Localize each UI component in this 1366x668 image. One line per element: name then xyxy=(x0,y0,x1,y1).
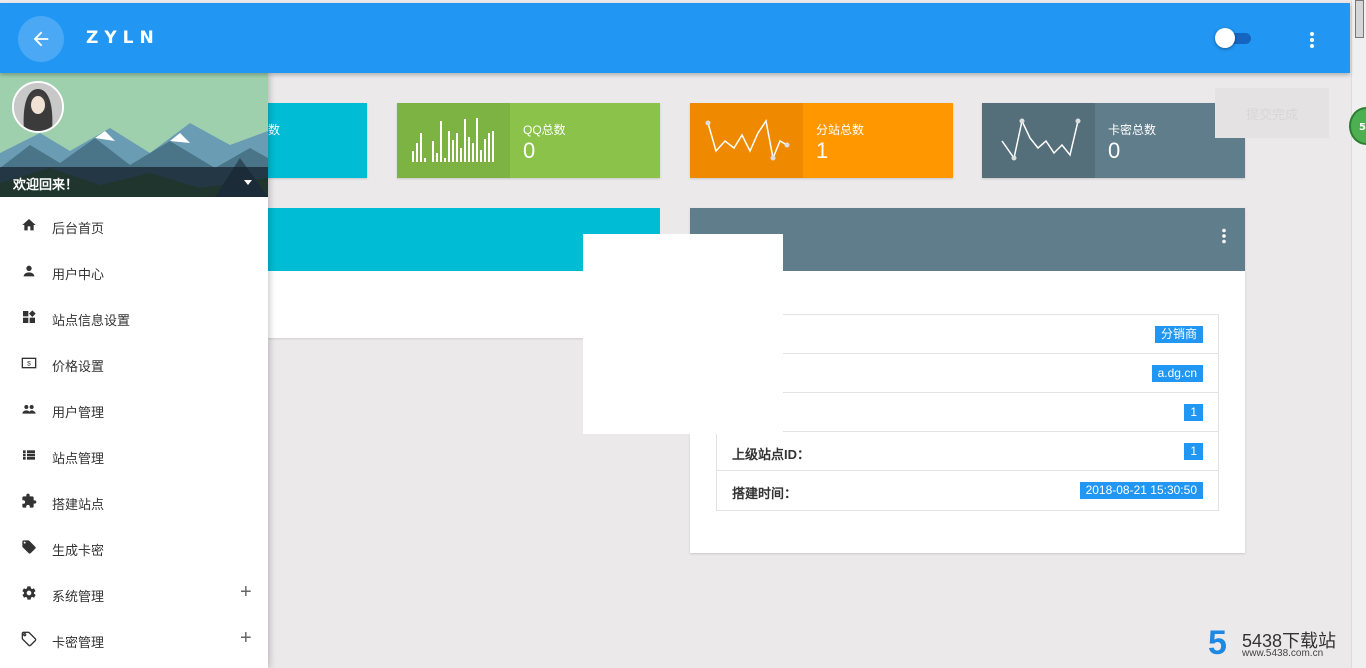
puzzle-icon xyxy=(20,492,38,510)
tag-icon xyxy=(20,538,38,556)
scrollbar-thumb[interactable] xyxy=(1355,0,1364,38)
list-item: 1 xyxy=(717,393,1218,432)
stat-card-substations: 分站总数 1 xyxy=(690,103,953,178)
watermark-logo: 5 5438下载站 www.5438.com.cn xyxy=(1208,626,1350,666)
widgets-icon xyxy=(20,308,38,326)
sidebar-item-label: 卡密管理 xyxy=(52,635,105,650)
sidebar-item-build-site[interactable]: 搭建站点 xyxy=(0,493,268,539)
top-app-bar: ZYLN xyxy=(0,3,1350,73)
stat-card-qq: QQ总数 0 xyxy=(397,103,660,178)
list-item: 搭建时间： 2018-08-21 15:30:50 xyxy=(717,471,1218,510)
info-key: 上级站点ID： xyxy=(732,447,811,462)
sidebar-item-label: 系统管理 xyxy=(52,589,105,604)
stat-value: 1 xyxy=(816,138,829,163)
svg-text:$: $ xyxy=(27,361,31,368)
sidebar-item-home[interactable]: 后台首页 xyxy=(0,217,268,263)
sidebar-item-site-management[interactable]: 站点管理 xyxy=(0,447,268,493)
tags-icon xyxy=(20,630,38,648)
stat-value: 0 xyxy=(523,138,536,163)
sidebar-item-label: 用户管理 xyxy=(52,405,105,420)
watermark-five: 5 xyxy=(1208,624,1227,662)
info-badge: a.dg.cn xyxy=(1151,365,1203,382)
info-badge: 1 xyxy=(1184,443,1203,460)
money-icon: $ xyxy=(20,354,38,372)
avatar[interactable] xyxy=(12,81,64,133)
stat-value: 0 xyxy=(1108,138,1121,163)
sidebar-menu: 后台首页 xyxy=(0,217,268,263)
welcome-text: 欢迎回来！ xyxy=(13,177,79,192)
sidebar-item-label: 价格设置 xyxy=(52,359,105,374)
home-icon xyxy=(20,216,38,234)
info-badge: 2018-08-21 15:30:50 xyxy=(1079,482,1203,499)
plus-icon[interactable]: + xyxy=(240,581,252,604)
site-info-list: 点等级： 分销商 ： a.dg.cn 1 上级站点ID： 1 搭建时间： 201… xyxy=(716,314,1219,511)
sidebar-item-label: 后台首页 xyxy=(52,221,105,236)
welcome-bar[interactable]: 欢迎回来！ xyxy=(0,167,268,197)
list-item: 点等级： 分销商 xyxy=(717,315,1218,354)
person-icon xyxy=(20,262,38,280)
sidebar-item-site-settings[interactable]: 站点信息设置 xyxy=(0,309,268,355)
more-vertical-icon[interactable] xyxy=(1221,228,1227,248)
gear-icon xyxy=(20,584,38,602)
stat-label: 分站总数 xyxy=(816,123,865,137)
arrow-left-icon xyxy=(33,31,49,47)
people-icon xyxy=(20,400,38,418)
sidebar-menu-list: 用户中心 站点信息设置 $ 价格设置 用户管理 站点管理 搭建站点 生成卡密 系 xyxy=(0,263,268,668)
more-vertical-icon[interactable] xyxy=(1300,28,1324,52)
info-key: 搭建时间： xyxy=(732,486,798,501)
list-item: 上级站点ID： 1 xyxy=(717,432,1218,471)
faded-submit-button[interactable]: 提交完成 xyxy=(1215,88,1329,138)
info-badge: 1 xyxy=(1184,404,1203,421)
sidebar-item-card-management[interactable]: 卡密管理 + xyxy=(0,627,268,668)
plus-icon[interactable]: + xyxy=(240,627,252,650)
list-item: ： a.dg.cn xyxy=(717,354,1218,393)
sidebar-item-generate-card[interactable]: 生成卡密 xyxy=(0,539,268,585)
bar-sparkline xyxy=(397,103,510,178)
sidebar-item-label: 搭建站点 xyxy=(52,497,105,512)
scrollbar[interactable] xyxy=(1351,0,1366,668)
sidebar-item-price-settings[interactable]: $ 价格设置 xyxy=(0,355,268,401)
sidebar-item-label: 生成卡密 xyxy=(52,543,105,558)
stat-label: QQ总数 xyxy=(523,123,566,137)
sidebar: 欢迎回来！ 后台首页 用户中心 站点信息设置 $ 价格设置 用户管理 站点管理 xyxy=(0,73,268,668)
sidebar-item-label: 用户中心 xyxy=(52,267,105,282)
sidebar-item-label: 站点管理 xyxy=(52,451,105,466)
chevron-down-icon[interactable] xyxy=(244,180,252,185)
info-badge: 分销商 xyxy=(1154,326,1203,343)
stat-label: 数 xyxy=(268,123,281,137)
sidebar-item-user-management[interactable]: 用户管理 xyxy=(0,401,268,447)
list-icon xyxy=(20,446,38,464)
overlay-box xyxy=(583,234,783,434)
brand-title: ZYLN xyxy=(86,28,160,48)
sidebar-item-label: 站点信息设置 xyxy=(52,313,131,328)
watermark-url: www.5438.com.cn xyxy=(1242,648,1324,659)
sidebar-item-user-center[interactable]: 用户中心 xyxy=(0,263,268,309)
stat-label: 卡密总数 xyxy=(1108,123,1157,137)
back-button[interactable] xyxy=(18,16,64,62)
line-sparkline xyxy=(982,103,1095,178)
stat-card-cards: 卡密总数 0 xyxy=(982,103,1245,178)
line-sparkline xyxy=(690,103,803,178)
profile-header: 欢迎回来！ xyxy=(0,73,268,197)
theme-toggle[interactable] xyxy=(1215,28,1253,48)
sidebar-item-system-management[interactable]: 系统管理 + xyxy=(0,581,268,631)
